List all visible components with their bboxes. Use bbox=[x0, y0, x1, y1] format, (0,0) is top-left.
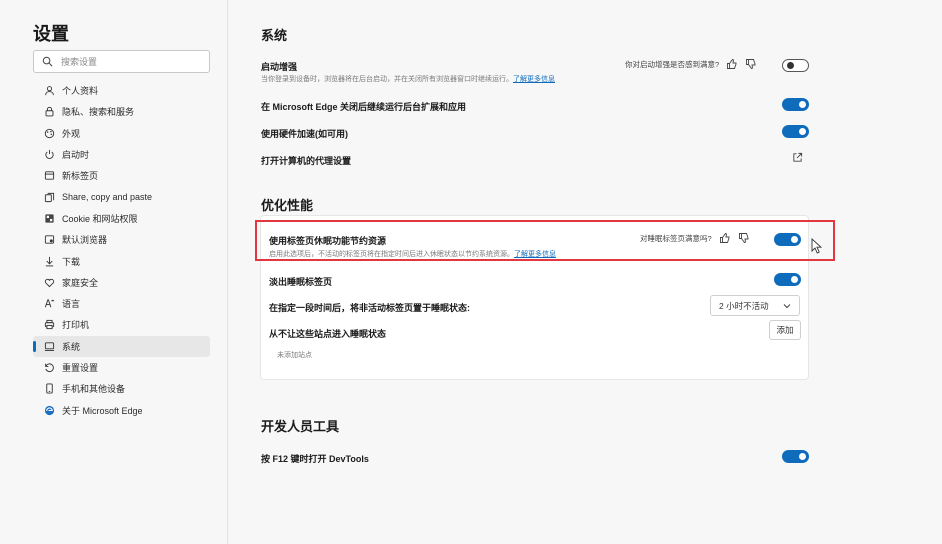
printer-icon bbox=[43, 319, 55, 331]
sidebar-item-label: 重置设置 bbox=[62, 363, 99, 373]
never-sleep-title: 从不让这些站点进入睡眠状态 bbox=[269, 329, 387, 339]
sidebar-item-printers[interactable]: 打印机 bbox=[33, 314, 210, 335]
fade-tabs-title: 淡出睡眠标签页 bbox=[269, 277, 333, 287]
appearance-icon bbox=[43, 127, 55, 139]
sidebar-item-phone[interactable]: 手机和其他设备 bbox=[33, 378, 210, 399]
sidebar-item-appearance[interactable]: 外观 bbox=[33, 123, 210, 144]
sidebar: 设置 个人资料 隐私、搜索和服务 外观 启动时 新标签页 Share, copy… bbox=[0, 0, 228, 544]
sidebar-item-profile[interactable]: 个人资料 bbox=[33, 80, 210, 101]
sidebar-item-cookies[interactable]: Cookie 和网站权限 bbox=[33, 208, 210, 229]
startup-boost-title: 启动增强 bbox=[261, 62, 298, 72]
background-apps-title: 在 Microsoft Edge 关闭后继续运行后台扩展和应用 bbox=[261, 102, 467, 112]
sleep-after-dropdown[interactable]: 2 小时不活动 bbox=[710, 295, 800, 316]
sidebar-item-downloads[interactable]: 下载 bbox=[33, 250, 210, 271]
sidebar-item-label: Share, copy and paste bbox=[62, 192, 153, 203]
search-input[interactable] bbox=[61, 56, 201, 67]
sleep-after-title: 在指定一段时间后，将非活动标签页置于睡眠状态: bbox=[269, 303, 470, 313]
sidebar-item-privacy[interactable]: 隐私、搜索和服务 bbox=[33, 101, 210, 122]
sidebar-item-label: Cookie 和网站权限 bbox=[62, 213, 138, 224]
sidebar-item-language[interactable]: 语言 bbox=[33, 293, 210, 314]
sidebar-item-system[interactable]: 系统 bbox=[33, 335, 210, 357]
edge-icon bbox=[43, 404, 55, 416]
reset-icon bbox=[43, 362, 55, 374]
sidebar-item-label: 家庭安全 bbox=[62, 277, 99, 288]
f12-devtools-toggle[interactable] bbox=[782, 450, 809, 463]
cookie-icon bbox=[43, 212, 55, 224]
add-site-button[interactable]: 添加 bbox=[769, 320, 801, 340]
startup-boost-learn-more-link[interactable]: 了解更多信息 bbox=[513, 76, 555, 83]
background-apps-toggle[interactable] bbox=[782, 98, 809, 111]
phone-icon bbox=[43, 383, 55, 395]
thumbs-down-icon[interactable] bbox=[745, 58, 757, 70]
startup-boost-desc: 当你登录到设备时，浏览器将在后台启动，并在关闭所有浏览器窗口时继续运行。了解更多… bbox=[261, 74, 555, 84]
sidebar-item-reset[interactable]: 重置设置 bbox=[33, 357, 210, 378]
proxy-settings-title: 打开计算机的代理设置 bbox=[261, 156, 352, 166]
sidebar-title: 设置 bbox=[33, 24, 69, 44]
sidebar-item-about[interactable]: 关于 Microsoft Edge bbox=[33, 399, 210, 420]
thumbs-up-icon[interactable] bbox=[726, 58, 738, 70]
section-title-developer: 开发人员工具 bbox=[261, 419, 340, 434]
browser-icon bbox=[43, 234, 55, 246]
section-title-system: 系统 bbox=[261, 28, 288, 43]
search-box[interactable] bbox=[33, 50, 210, 73]
new-tab-icon bbox=[43, 170, 55, 182]
search-icon bbox=[42, 56, 53, 67]
sidebar-item-label: 下载 bbox=[62, 256, 81, 267]
sidebar-item-label: 默认浏览器 bbox=[62, 235, 108, 246]
power-icon bbox=[43, 149, 55, 161]
main-content: 系统 启动增强 当你登录到设备时，浏览器将在后台启动，并在关闭所有浏览器窗口时继… bbox=[229, 0, 942, 544]
startup-boost-feedback: 你对启动增强是否感到满意? bbox=[625, 58, 757, 70]
sleep-after-value: 2 小时不活动 bbox=[719, 300, 769, 311]
sidebar-item-label: 隐私、搜索和服务 bbox=[62, 107, 135, 118]
hardware-accel-title: 使用硬件加速(如可用) bbox=[261, 129, 348, 139]
sidebar-item-label: 新标签页 bbox=[62, 171, 99, 182]
sidebar-item-startup[interactable]: 启动时 bbox=[33, 144, 210, 165]
sidebar-item-label: 启动时 bbox=[62, 150, 90, 161]
sidebar-item-family[interactable]: 家庭安全 bbox=[33, 272, 210, 293]
sidebar-item-label: 手机和其他设备 bbox=[62, 384, 126, 395]
highlight-box bbox=[255, 220, 835, 261]
sidebar-item-default-browser[interactable]: 默认浏览器 bbox=[33, 229, 210, 250]
sidebar-item-share[interactable]: Share, copy and paste bbox=[33, 186, 210, 207]
sidebar-nav: 个人资料 隐私、搜索和服务 外观 启动时 新标签页 Share, copy an… bbox=[33, 80, 210, 421]
sidebar-item-label: 外观 bbox=[62, 128, 81, 139]
sidebar-item-label: 个人资料 bbox=[62, 86, 99, 97]
startup-boost-toggle[interactable] bbox=[782, 59, 809, 72]
external-link-icon[interactable] bbox=[792, 152, 803, 163]
startup-boost-feedback-text: 你对启动增强是否感到满意? bbox=[625, 59, 720, 69]
mouse-cursor-icon bbox=[811, 238, 822, 254]
download-icon bbox=[43, 255, 55, 267]
f12-devtools-title: 按 F12 键时打开 DevTools bbox=[261, 454, 369, 464]
system-icon bbox=[43, 340, 55, 352]
section-title-performance: 优化性能 bbox=[261, 198, 314, 213]
profile-icon bbox=[43, 85, 55, 97]
no-sites-text: 未添加站点 bbox=[277, 352, 312, 359]
sidebar-item-label: 打印机 bbox=[62, 320, 90, 331]
lock-icon bbox=[43, 106, 55, 118]
chevron-down-icon bbox=[783, 304, 791, 309]
sidebar-item-label: 关于 Microsoft Edge bbox=[62, 405, 143, 416]
family-icon bbox=[43, 276, 55, 288]
language-icon bbox=[43, 298, 55, 310]
sidebar-item-label: 系统 bbox=[62, 341, 81, 352]
sidebar-item-label: 语言 bbox=[62, 299, 81, 310]
sidebar-item-new-tab[interactable]: 新标签页 bbox=[33, 165, 210, 186]
fade-tabs-toggle[interactable] bbox=[774, 273, 801, 286]
hardware-accel-toggle[interactable] bbox=[782, 125, 809, 138]
startup-boost-desc-text: 当你登录到设备时，浏览器将在后台启动，并在关闭所有浏览器窗口时继续运行。 bbox=[261, 76, 513, 83]
share-icon bbox=[43, 191, 55, 203]
